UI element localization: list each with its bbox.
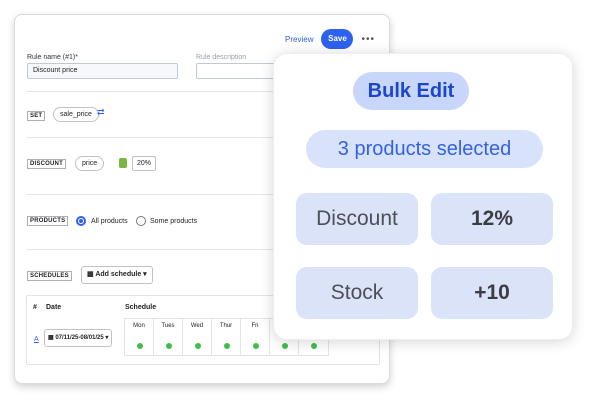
rule-description-placeholder: Rule description xyxy=(196,54,247,61)
day-name: Wed xyxy=(190,323,204,329)
save-button[interactable]: Save xyxy=(321,29,354,49)
active-dot-icon xyxy=(224,343,230,349)
add-schedule-label: Add schedule xyxy=(95,271,142,278)
chevron-down-icon: ▾ xyxy=(103,335,109,341)
active-dot-icon xyxy=(282,343,288,349)
add-schedule-dropdown[interactable]: ▦ Add schedule ▾ xyxy=(81,266,153,284)
all-products-label[interactable]: All products xyxy=(91,218,128,225)
schedule-row-link[interactable]: A xyxy=(34,336,39,343)
stock-label-chip: Stock xyxy=(296,267,418,319)
rule-description-input[interactable] xyxy=(196,63,276,79)
preview-link[interactable]: Preview xyxy=(285,35,313,44)
day-cell[interactable]: Thur xyxy=(212,319,241,355)
stock-value-chip[interactable]: +10 xyxy=(431,267,553,319)
active-dot-icon xyxy=(195,343,201,349)
schedules-tag: SCHEDULES xyxy=(27,271,72,281)
discount-value-chip[interactable]: 12% xyxy=(431,193,553,245)
discount-value-field[interactable]: 20% xyxy=(132,156,157,171)
more-options-icon[interactable]: ••• xyxy=(361,34,375,45)
discount-field-pill[interactable]: price xyxy=(75,156,105,171)
active-dot-icon xyxy=(311,343,317,349)
rule-name-input[interactable]: Discount price xyxy=(27,63,178,79)
day-cell[interactable]: Tues xyxy=(154,319,183,355)
date-range-dropdown[interactable]: ▦ 07/11/25-08/01/25 ▾ xyxy=(44,329,113,347)
active-dot-icon xyxy=(137,343,143,349)
discount-tag: DISCOUNT xyxy=(27,159,66,169)
column-header-num: # xyxy=(33,304,37,311)
column-header-schedule: Schedule xyxy=(125,304,157,311)
active-dot-icon xyxy=(253,343,259,349)
some-products-label[interactable]: Some products xyxy=(150,218,197,225)
column-header-date: Date xyxy=(46,304,62,311)
day-name: Thur xyxy=(219,323,233,329)
day-name: Fri xyxy=(251,323,259,329)
rule-name-label: Rule name (#1)* xyxy=(27,54,78,61)
date-range-value: 07/11/25-08/01/25 xyxy=(55,335,104,341)
day-cell[interactable]: Fri xyxy=(241,319,270,355)
products-tag: PRODUCTS xyxy=(27,216,69,226)
discount-label-chip: Discount xyxy=(296,193,418,245)
bulk-edit-title: Bulk Edit xyxy=(353,72,469,110)
day-name: Mon xyxy=(133,323,145,329)
set-tag: SET xyxy=(27,111,46,121)
day-cell[interactable]: Mon xyxy=(125,319,154,355)
editor-toolbar: Preview Save ••• xyxy=(285,29,375,49)
chevron-down-icon: ▾ xyxy=(141,271,147,278)
sync-icon[interactable]: ⇄ xyxy=(97,107,105,118)
shopify-icon xyxy=(119,158,127,168)
some-products-radio[interactable] xyxy=(136,216,146,226)
bulk-edit-panel: Bulk Edit 3 products selected Discount 1… xyxy=(273,53,573,340)
all-products-radio[interactable] xyxy=(76,216,86,226)
active-dot-icon xyxy=(166,343,172,349)
set-field-pill[interactable]: sale_price xyxy=(53,107,99,122)
day-cell[interactable]: Wed xyxy=(183,319,212,355)
selection-count-badge: 3 products selected xyxy=(306,130,543,168)
day-name: Tues xyxy=(161,323,175,329)
